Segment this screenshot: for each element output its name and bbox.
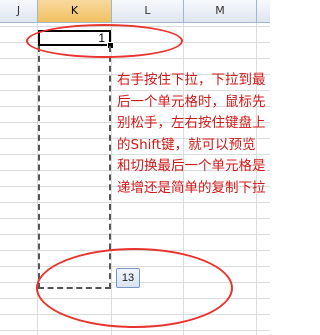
highlight-ellipse-bottom [36,248,233,328]
column-header-row: J K L M [0,0,270,23]
column-header-l[interactable]: L [112,0,184,22]
column-header-j[interactable]: J [0,0,38,22]
highlight-ellipse-top [26,24,183,58]
column-header-k[interactable]: K [38,0,112,22]
autofill-options-button[interactable]: 13 [116,268,140,288]
annotation-text: 右手按住下拉，下拉到最后一个单元格时，鼠标先别松手，左右按住键盘上的Shift键… [117,72,266,196]
column-header-m[interactable]: M [184,0,257,22]
